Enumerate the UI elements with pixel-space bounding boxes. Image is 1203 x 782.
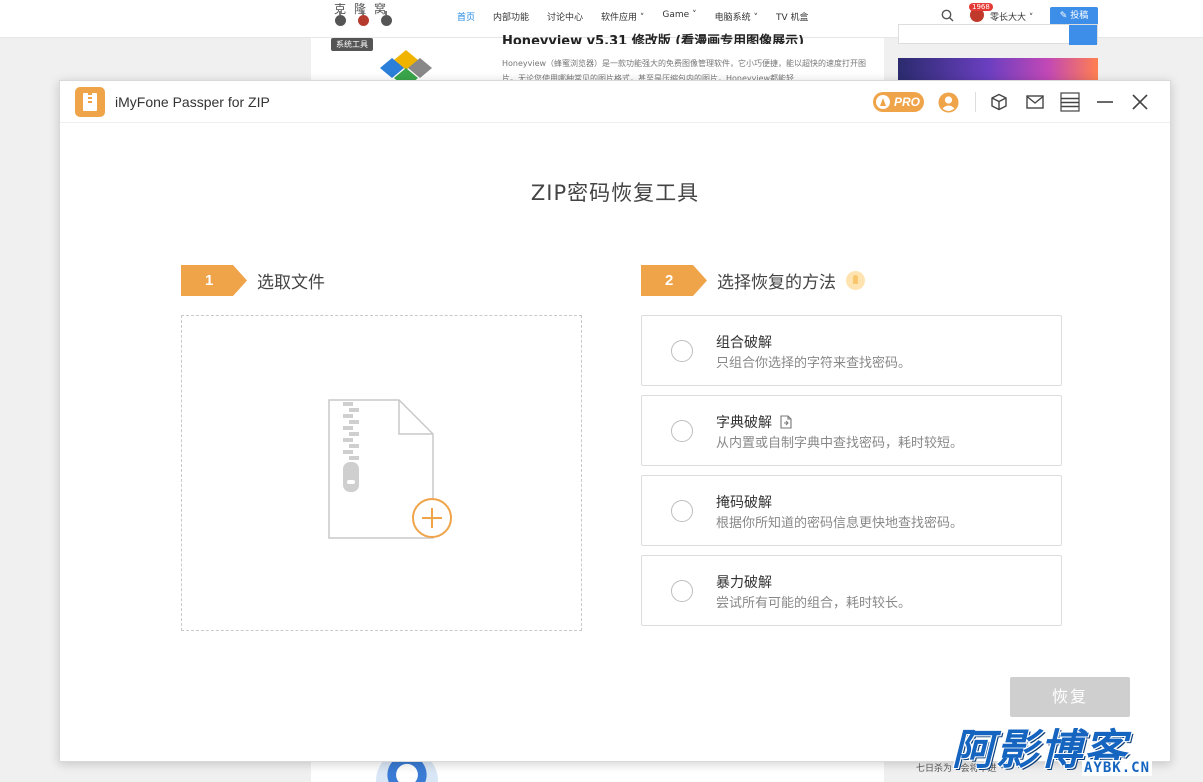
method-radio[interactable] (671, 580, 693, 602)
nav-item-software[interactable]: 软件应用 ˅ (601, 10, 644, 23)
username-menu[interactable]: 零长大大 ˅ (990, 10, 1033, 23)
post-button[interactable]: ✎ 投稿 (1050, 7, 1098, 25)
add-zip-file-icon[interactable] (327, 398, 457, 543)
sidebar-banner[interactable] (898, 58, 1098, 82)
app-window: iMyFone Passper for ZIP PRO ZIP密码恢复工具 1 … (59, 80, 1171, 762)
mail-icon (1026, 95, 1044, 109)
step-select-file-header: 1 选取文件 (181, 265, 325, 296)
search-icon[interactable] (941, 9, 954, 22)
account-button[interactable] (937, 91, 959, 113)
watermark-logo: 阿影博客 AYBK.CN (948, 716, 1184, 778)
logo-bomb-icons (335, 11, 392, 26)
close-button[interactable] (1129, 91, 1151, 113)
method-dictionary-attack[interactable]: 字典破解 从内置或自制字典中查找密码，耗时较短。 (641, 395, 1062, 466)
method-description: 根据你所知道的密码信息更快地查找密码。 (716, 516, 964, 531)
method-brute-force-attack[interactable]: 暴力破解 尝试所有可能的组合，耗时较长。 (641, 555, 1062, 626)
step-1-label: 选取文件 (257, 273, 325, 293)
close-icon (1132, 94, 1148, 110)
nav-item-internal[interactable]: 内部功能 (493, 10, 529, 23)
article-title[interactable]: Honeyview v5.31 修改版 (看漫画专用图像展示) (502, 30, 872, 44)
step-1-number: 1 (181, 265, 247, 296)
method-combination-attack[interactable]: 组合破解 只组合你选择的字符来查找密码。 (641, 315, 1062, 386)
method-title: 掩码破解 (716, 495, 772, 511)
feedback-button[interactable] (1024, 91, 1046, 113)
step-recovery-method-header: 2 选择恢复的方法 (641, 265, 865, 296)
minimize-button[interactable] (1094, 91, 1116, 113)
file-drop-zone[interactable] (181, 315, 582, 631)
site-nav: 首页 内部功能 讨论中心 软件应用 ˅ Game ˅ 电脑系统 ˅ TV 机盒 (457, 10, 808, 23)
page-title: ZIP密码恢复工具 (530, 181, 700, 205)
cube-icon (991, 93, 1007, 111)
article-thumbnail[interactable] (378, 48, 434, 82)
minimize-icon (1097, 101, 1113, 103)
app-logo-icon (75, 87, 105, 117)
user-icon (938, 92, 958, 112)
menu-button[interactable] (1059, 91, 1081, 113)
method-radio[interactable] (671, 420, 693, 442)
app-title: iMyFone Passper for ZIP (115, 94, 270, 110)
pro-label: PRO (894, 95, 921, 109)
method-title: 字典破解 (716, 415, 772, 431)
method-title: 组合破解 (716, 335, 772, 351)
method-title-row: 字典破解 (716, 412, 792, 432)
site-logo[interactable]: 克隆窝 (332, 0, 394, 36)
method-radio[interactable] (671, 340, 693, 362)
hamburger-menu-icon (1060, 92, 1080, 112)
pro-icon (876, 95, 890, 109)
nav-item-game[interactable]: Game ˅ (662, 10, 696, 23)
titlebar[interactable]: iMyFone Passper for ZIP PRO (60, 81, 1170, 123)
step-2-number: 2 (641, 265, 707, 296)
method-description: 尝试所有可能的组合，耗时较长。 (716, 596, 912, 611)
titlebar-divider (975, 92, 976, 112)
method-radio[interactable] (671, 500, 693, 522)
lightbulb-icon[interactable] (846, 271, 865, 290)
dictionary-file-icon[interactable] (780, 415, 792, 429)
nav-item-home[interactable]: 首页 (457, 10, 475, 23)
pro-upgrade-button[interactable]: PRO (873, 92, 924, 112)
recover-button[interactable]: 恢复 (1010, 677, 1130, 717)
product-button[interactable] (988, 91, 1010, 113)
watermark-domain-text: AYBK.CN (1082, 760, 1153, 776)
nav-item-tv[interactable]: TV 机盒 (776, 10, 809, 23)
method-mask-attack[interactable]: 掩码破解 根据你所知道的密码信息更快地查找密码。 (641, 475, 1062, 546)
article-excerpt: Honeyview（蜂蜜浏览器）是一款功能强大的免费图像管理软件，它小巧便捷，能… (502, 59, 867, 82)
step-2-label: 选择恢复的方法 (717, 273, 836, 293)
method-description: 只组合你选择的字符来查找密码。 (716, 356, 912, 371)
sidebar-search-box[interactable] (898, 24, 1098, 45)
category-tag[interactable]: 系统工具 (331, 38, 373, 51)
nav-item-system[interactable]: 电脑系统 ˅ (715, 10, 758, 23)
method-description: 从内置或自制字典中查找密码，耗时较短。 (716, 436, 964, 451)
nav-item-discussion[interactable]: 讨论中心 (547, 10, 583, 23)
method-title: 暴力破解 (716, 575, 772, 591)
